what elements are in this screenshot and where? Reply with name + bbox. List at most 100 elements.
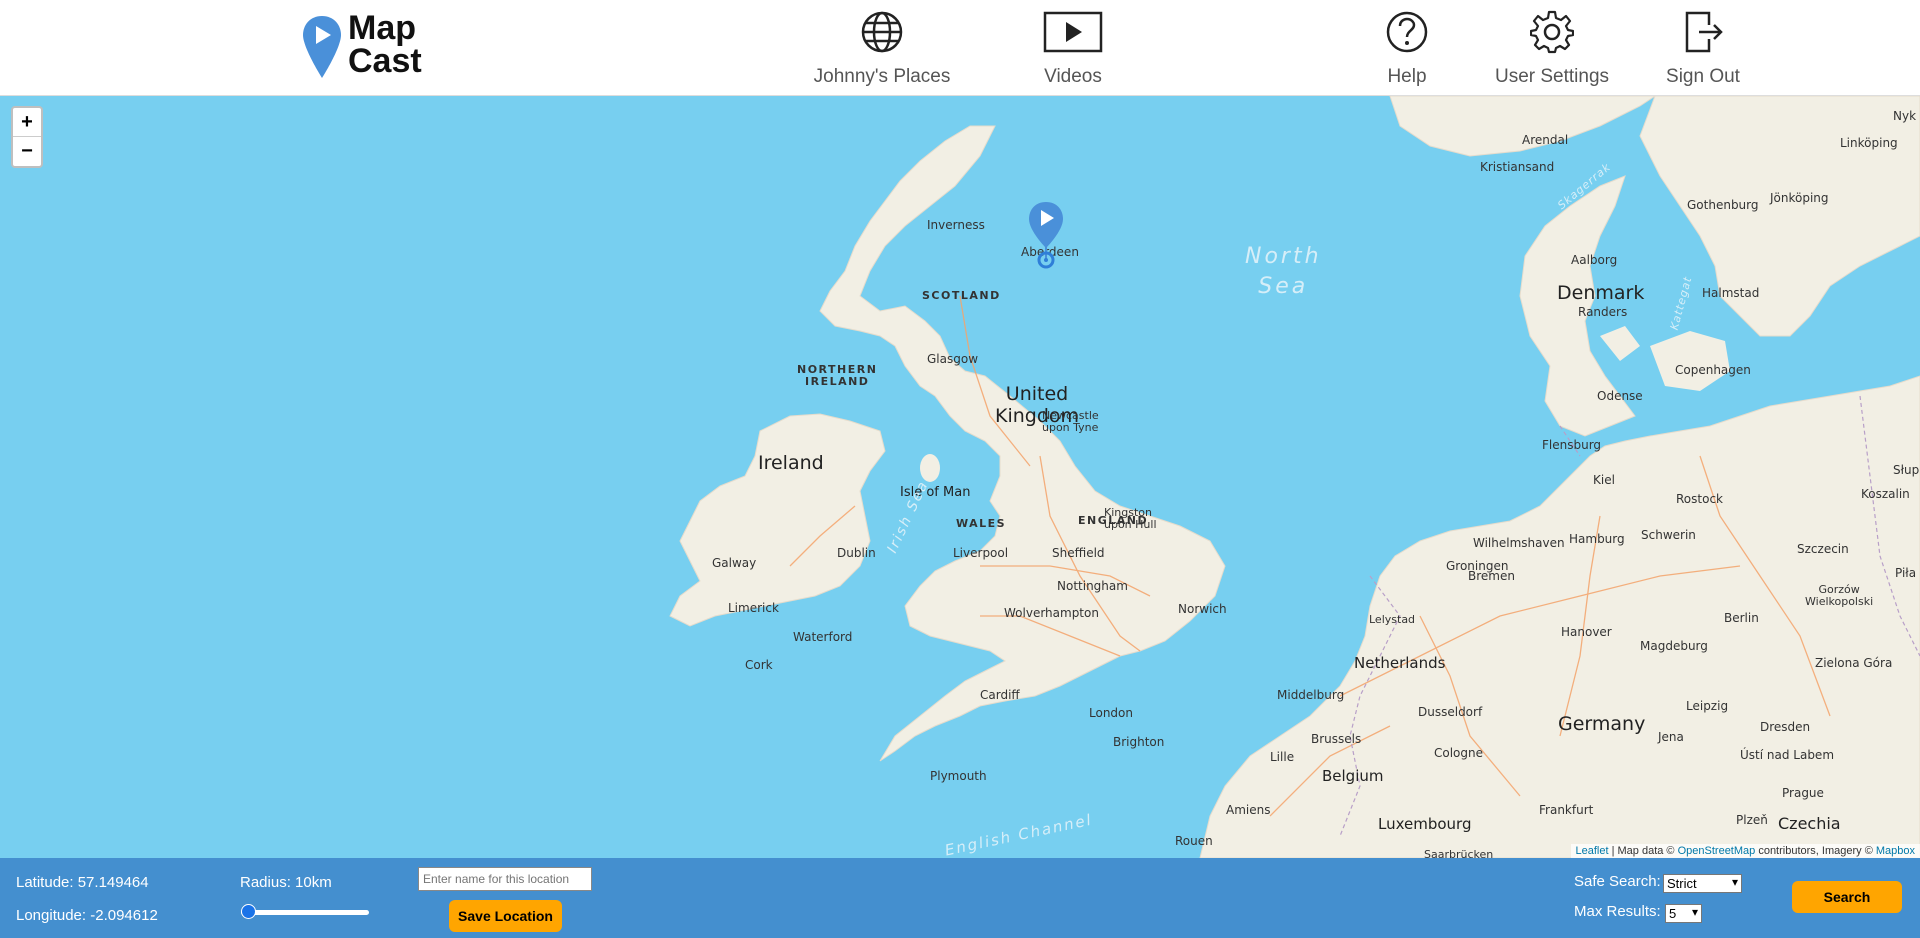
- label-glasgow: Glasgow: [927, 352, 979, 366]
- label-wilhelmshaven: Wilhelmshaven: [1473, 536, 1565, 550]
- nav-label: Johnny's Places: [813, 66, 951, 87]
- openstreetmap-link[interactable]: OpenStreetMap: [1678, 845, 1756, 857]
- label-prague: Prague: [1782, 786, 1824, 800]
- label-plzen: Plzeň: [1736, 813, 1768, 827]
- label-gorzow: Gorzów Wielkopolski: [1805, 583, 1874, 608]
- slider-track: [241, 910, 369, 915]
- label-hanover: Hanover: [1561, 625, 1612, 639]
- label-netherlands: Netherlands: [1354, 654, 1446, 672]
- nav-johnnys-places[interactable]: Johnny's Places: [807, 10, 957, 90]
- label-berlin: Berlin: [1724, 611, 1759, 625]
- label-plymouth: Plymouth: [930, 769, 987, 783]
- label-jena: Jena: [1658, 730, 1684, 744]
- longitude-readout: Longitude: -2.094612: [16, 907, 158, 924]
- map-canvas[interactable]: North Sea SCOTLAND NORTHERN IRELAND United…: [0, 96, 1920, 858]
- radius-slider[interactable]: [241, 904, 369, 919]
- search-button[interactable]: Search: [1792, 881, 1902, 913]
- label-nyk: Nyk: [1893, 109, 1917, 123]
- label-lille: Lille: [1270, 750, 1295, 764]
- radius-label: Radius: 10km: [240, 874, 332, 891]
- label-middelburg: Middelburg: [1277, 688, 1345, 702]
- label-northern-ireland: NORTHERN IRELAND: [797, 363, 878, 388]
- safe-search-label: Safe Search:: [1574, 873, 1661, 890]
- safe-search-select[interactable]: Strict: [1663, 874, 1742, 893]
- top-navbar: Map Cast Johnny's Places Videos Help Use…: [0, 0, 1920, 96]
- map-attribution: Leaflet | Map data © OpenStreetMap contr…: [1570, 844, 1920, 858]
- label-cork: Cork: [745, 658, 773, 672]
- label-galway: Galway: [712, 556, 757, 570]
- label-rouen: Rouen: [1175, 834, 1213, 848]
- label-bremen: Bremen: [1468, 569, 1515, 583]
- bottom-control-bar: Latitude: 57.149464 Longitude: -2.094612…: [0, 858, 1920, 938]
- label-kiel: Kiel: [1593, 473, 1615, 487]
- label-stup: Słup: [1893, 463, 1920, 477]
- label-flensburg: Flensburg: [1542, 438, 1602, 452]
- label-czechia: Czechia: [1778, 814, 1841, 833]
- label-aalborg: Aalborg: [1571, 253, 1618, 267]
- zoom-in-button[interactable]: +: [13, 108, 41, 137]
- label-amiens: Amiens: [1226, 803, 1271, 817]
- label-halmstad: Halmstad: [1702, 286, 1760, 300]
- label-usti: Ústí nad Labem: [1740, 748, 1835, 762]
- nav-label: Videos: [1044, 66, 1102, 87]
- label-dresden: Dresden: [1760, 720, 1811, 734]
- location-name-input[interactable]: [418, 867, 592, 891]
- nav-label: Help: [1387, 66, 1427, 87]
- location-pin-icon[interactable]: [1026, 200, 1066, 270]
- label-lelystad: Lelystad: [1369, 613, 1416, 626]
- zoom-control: + −: [11, 106, 43, 168]
- label-hamburg: Hamburg: [1569, 532, 1625, 546]
- label-leipzig: Leipzig: [1686, 699, 1729, 713]
- label-belgium: Belgium: [1322, 767, 1384, 785]
- label-denmark: Denmark: [1557, 282, 1645, 304]
- label-cologne: Cologne: [1434, 746, 1484, 760]
- leaflet-link[interactable]: Leaflet: [1576, 845, 1609, 857]
- label-schwerin: Schwerin: [1641, 528, 1696, 542]
- label-odense: Odense: [1597, 389, 1643, 403]
- zoom-out-button[interactable]: −: [13, 137, 41, 166]
- label-zielona-gora: Zielona Góra: [1815, 656, 1893, 670]
- nav-sign-out[interactable]: Sign Out: [1628, 10, 1778, 90]
- scandinavia-landmass: [1389, 96, 1656, 157]
- slider-thumb[interactable]: [241, 904, 256, 919]
- label-inverness: Inverness: [927, 218, 985, 232]
- logo-text: Map Cast: [348, 9, 422, 80]
- label-kristiansand: Kristiansand: [1480, 160, 1555, 174]
- latitude-readout: Latitude: 57.149464: [16, 874, 149, 891]
- label-gothenburg: Gothenburg: [1687, 198, 1759, 212]
- max-results-select[interactable]: 5: [1665, 904, 1702, 923]
- label-rostock: Rostock: [1676, 492, 1723, 506]
- label-saarbrucken: Saarbrücken: [1424, 848, 1494, 858]
- label-dublin: Dublin: [837, 546, 876, 560]
- globe-icon: [861, 11, 903, 53]
- save-location-button[interactable]: Save Location: [449, 900, 562, 932]
- label-north-sea: North Sea: [1245, 244, 1322, 299]
- mapcast-logo[interactable]: Map Cast: [300, 9, 430, 82]
- gear-icon: [1530, 10, 1574, 54]
- label-linkoping: Linköping: [1840, 136, 1898, 150]
- nav-help[interactable]: Help: [1332, 10, 1482, 90]
- max-results-label: Max Results:: [1574, 903, 1661, 920]
- map-tiles: [669, 96, 1920, 858]
- label-koszalin: Koszalin: [1861, 487, 1910, 501]
- label-sheffield: Sheffield: [1052, 546, 1105, 560]
- label-luxembourg: Luxembourg: [1378, 815, 1472, 833]
- label-copenhagen: Copenhagen: [1675, 363, 1751, 377]
- nav-label: User Settings: [1494, 66, 1610, 87]
- label-brussels: Brussels: [1311, 732, 1362, 746]
- label-frankfurt: Frankfurt: [1539, 803, 1594, 817]
- label-szczecin: Szczecin: [1797, 542, 1849, 556]
- label-scotland: SCOTLAND: [922, 289, 1001, 302]
- label-norwich: Norwich: [1178, 602, 1227, 616]
- label-kingston: Kingston upon Hull: [1104, 506, 1157, 531]
- label-wales: WALES: [956, 517, 1007, 530]
- nav-user-settings[interactable]: User Settings: [1477, 10, 1627, 90]
- label-ireland: Ireland: [758, 452, 824, 474]
- label-brighton: Brighton: [1113, 735, 1165, 749]
- mapbox-link[interactable]: Mapbox: [1876, 845, 1915, 857]
- label-arendal: Arendal: [1522, 133, 1569, 147]
- label-pila: Piła: [1895, 566, 1917, 580]
- nav-videos[interactable]: Videos: [998, 10, 1148, 90]
- ireland-landmass: [669, 413, 886, 627]
- label-limerick: Limerick: [728, 601, 779, 615]
